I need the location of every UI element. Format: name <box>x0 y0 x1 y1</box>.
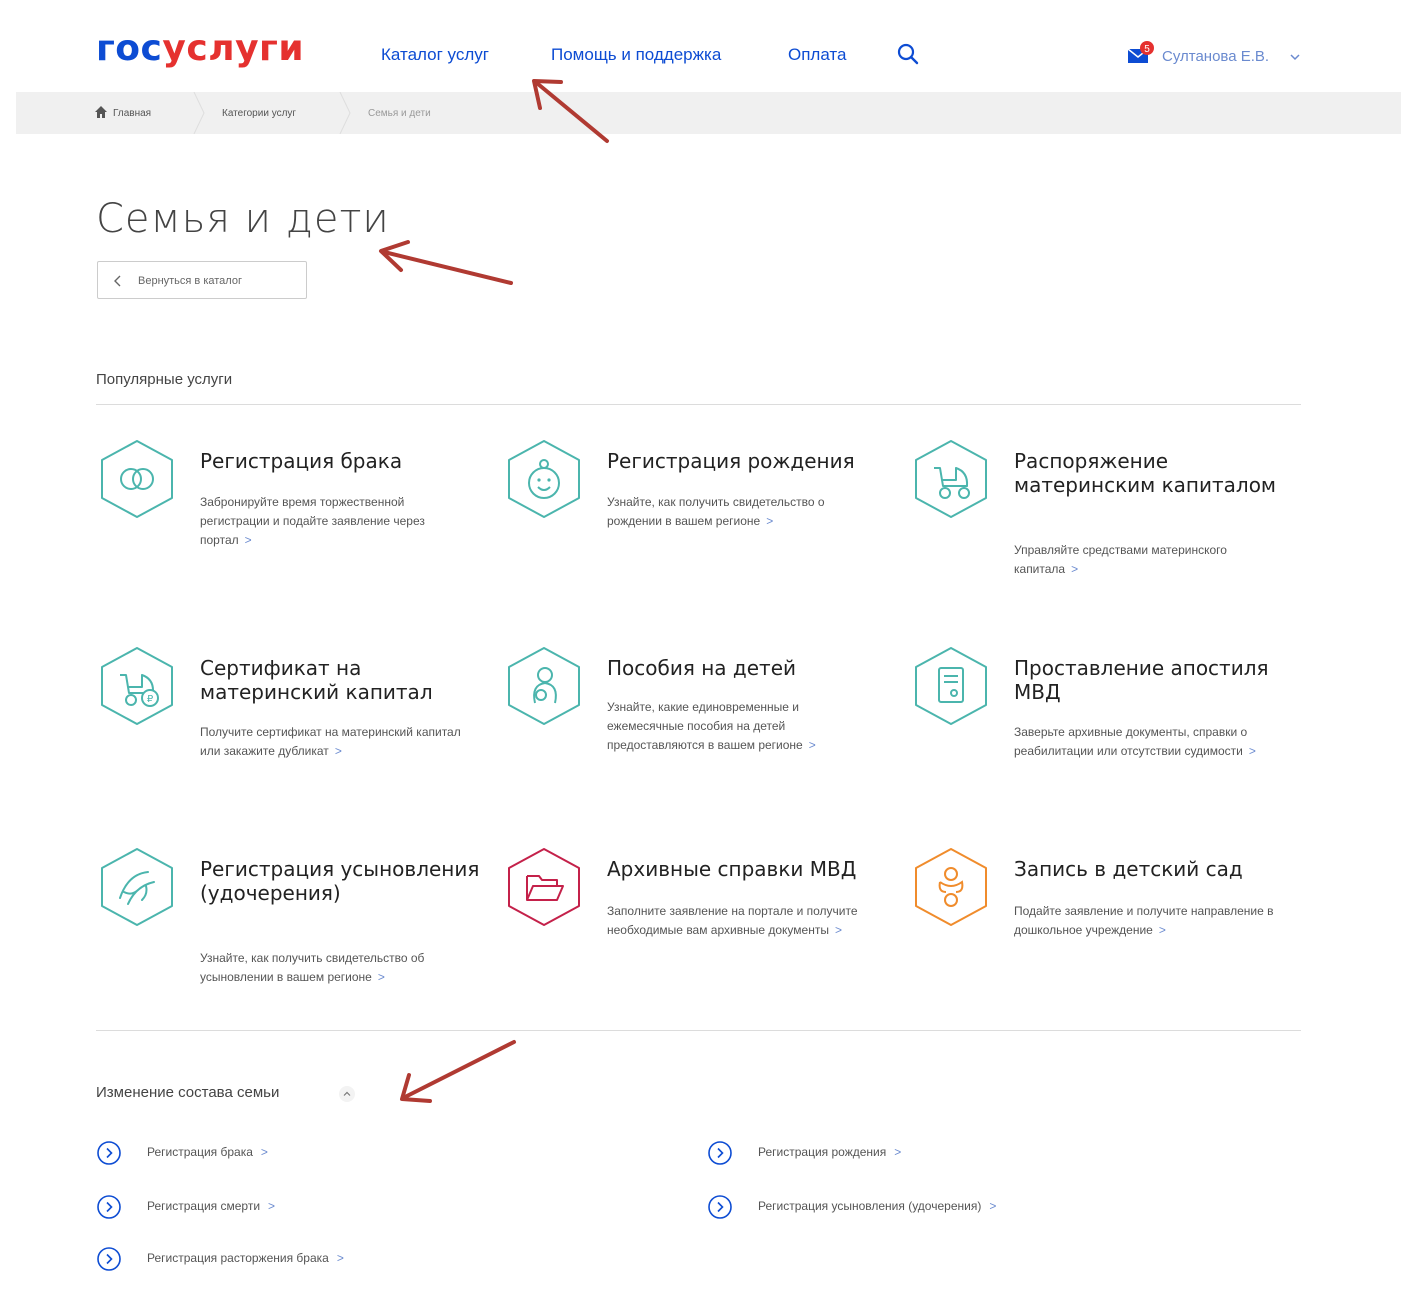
divider <box>96 1030 1301 1031</box>
circle-arrow-icon <box>97 1141 121 1165</box>
chevron-right-icon: > <box>808 738 816 752</box>
nav-catalog-link[interactable]: Каталог услуг <box>381 45 489 65</box>
svg-text:₽: ₽ <box>147 694 154 705</box>
service-description: Получите сертификат на материнский капит… <box>200 725 461 758</box>
document-stamp-icon <box>915 647 987 725</box>
popular-services-title: Популярные услуги <box>96 371 233 388</box>
baby-icon <box>508 440 580 518</box>
breadcrumb-home[interactable]: Главная <box>113 108 151 119</box>
service-description: Узнайте, какие единовременные и ежемесяч… <box>607 700 803 752</box>
mail-badge-count: 5 <box>1144 44 1150 55</box>
hands-icon <box>101 848 173 926</box>
chevron-right-icon: > <box>1071 562 1079 576</box>
chevron-right-icon: > <box>989 1199 997 1213</box>
service-title: Проставление апостиля МВД <box>1014 656 1269 704</box>
service-title: Регистрация рождения <box>607 449 855 473</box>
back-button-label: Вернуться в каталог <box>138 275 242 287</box>
pacifier-icon <box>915 848 987 926</box>
chevron-right-icon: > <box>244 533 252 547</box>
chevron-right-icon: > <box>334 744 342 758</box>
chevron-right-icon: > <box>268 1199 276 1213</box>
service-description: Управляйте средствами материнского капит… <box>1014 543 1227 576</box>
family-link-label: Регистрация расторжения брака <box>147 1251 329 1265</box>
service-title: Архивные справки МВД <box>607 857 857 881</box>
service-title: Запись в детский сад <box>1014 857 1243 881</box>
service-description: Узнайте, как получить свидетельство о ро… <box>607 495 825 528</box>
stroller-ruble-icon: ₽ <box>101 647 173 725</box>
service-title: Регистрация усыновления (удочерения) <box>200 857 480 905</box>
service-description: Забронируйте время торжественной регистр… <box>200 495 425 547</box>
nav-payment-link[interactable]: Оплата <box>788 45 846 65</box>
service-title: Регистрация брака <box>200 449 403 473</box>
breadcrumb-categories[interactable]: Категории услуг <box>222 108 296 119</box>
back-to-catalog-button[interactable]: Вернуться в каталог <box>97 261 307 299</box>
circle-arrow-icon <box>708 1195 732 1219</box>
service-description: Заверьте архивные документы, справки о р… <box>1014 725 1248 758</box>
nav-help-link[interactable]: Помощь и поддержка <box>551 45 721 65</box>
service-title: Распоряжение материнским капиталом <box>1014 449 1277 497</box>
mail-icon[interactable]: 5 <box>1127 40 1155 66</box>
site-header: госуслуги Каталог услуг Помощь и поддерж… <box>0 0 1401 92</box>
family-link-label: Регистрация рождения <box>758 1145 887 1159</box>
annotation-arrow <box>379 240 513 285</box>
home-icon[interactable] <box>95 106 107 118</box>
breadcrumb-separator <box>339 92 351 134</box>
service-description: Заполните заявление на портале и получит… <box>607 904 858 937</box>
circle-arrow-icon <box>97 1247 121 1271</box>
chevron-right-icon: > <box>260 1145 268 1159</box>
service-description: Подайте заявление и получите направление… <box>1014 904 1274 937</box>
circle-arrow-icon <box>708 1141 732 1165</box>
chevron-right-icon: > <box>834 923 842 937</box>
chevron-left-icon <box>114 275 121 287</box>
divider <box>96 404 1301 405</box>
service-title: Сертификат на материнский капитал <box>200 656 433 704</box>
chevron-down-icon[interactable] <box>1290 52 1300 62</box>
family-section-title[interactable]: Изменение состава семьи <box>96 1084 279 1101</box>
service-description: Узнайте, как получить свидетельство об у… <box>200 951 425 984</box>
stroller-icon <box>915 440 987 518</box>
chevron-right-icon: > <box>766 514 774 528</box>
chevron-right-icon: > <box>1248 744 1256 758</box>
breadcrumb-separator <box>193 92 205 134</box>
user-name[interactable]: Султанова Е.В. <box>1162 48 1269 65</box>
chevron-right-icon: > <box>1158 923 1166 937</box>
folder-icon <box>508 848 580 926</box>
search-icon[interactable] <box>897 43 919 65</box>
circle-arrow-icon <box>97 1195 121 1219</box>
annotation-arrow <box>400 1040 516 1103</box>
chevron-right-icon: > <box>336 1251 344 1265</box>
chevron-right-icon: > <box>377 970 385 984</box>
family-link-label: Регистрация смерти <box>147 1199 261 1213</box>
gosuslugi-logo[interactable]: госуслуги <box>96 28 304 69</box>
chevron-up-icon[interactable] <box>338 1085 356 1103</box>
family-link-label: Регистрация усыновления (удочерения) <box>758 1199 982 1213</box>
rings-icon <box>101 440 173 518</box>
mother-child-icon <box>508 647 580 725</box>
page-title: Семья и дети <box>96 196 390 242</box>
service-title: Пособия на детей <box>607 656 797 680</box>
family-link-label: Регистрация брака <box>147 1145 253 1159</box>
chevron-right-icon: > <box>894 1145 902 1159</box>
breadcrumb-current: Семья и дети <box>368 108 431 119</box>
